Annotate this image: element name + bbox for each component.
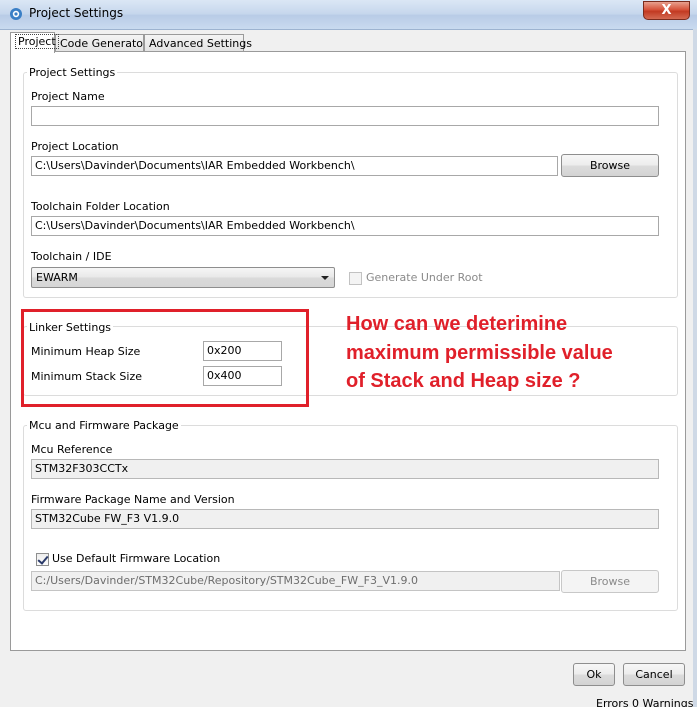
mcu-reference-label: Mcu Reference: [31, 443, 113, 456]
project-location-label: Project Location: [31, 140, 119, 153]
generate-under-root-checkbox[interactable]: [349, 272, 362, 285]
status-bar-text: Errors 0 Warnings 0: [596, 697, 697, 707]
tab-project[interactable]: Project: [10, 32, 59, 53]
toolchain-folder-input[interactable]: C:\Users\Davinder\Documents\IAR Embedded…: [31, 216, 659, 236]
annotation-line: of Stack and Heap size ?: [346, 370, 581, 392]
project-name-input[interactable]: [31, 106, 659, 126]
toolchain-ide-value: EWARM: [36, 271, 78, 284]
project-settings-group-title: Project Settings: [27, 66, 118, 79]
toolchain-ide-select[interactable]: EWARM: [31, 267, 335, 288]
tab-project-label: Project: [15, 34, 59, 49]
ok-button[interactable]: Ok: [573, 663, 615, 686]
toolchain-ide-label: Toolchain / IDE: [31, 250, 112, 263]
project-name-label: Project Name: [31, 90, 105, 103]
generate-under-root-label: Generate Under Root: [366, 271, 483, 284]
app-gear-icon: [10, 8, 22, 20]
mcu-firmware-group-title: Mcu and Firmware Package: [27, 419, 181, 432]
project-location-browse-button[interactable]: Browse: [561, 154, 659, 177]
tab-code-generator[interactable]: Code Generator: [55, 34, 148, 52]
firmware-location-browse-button[interactable]: Browse: [561, 570, 659, 593]
firmware-location-input[interactable]: C:/Users/Davinder/STM32Cube/Repository/S…: [31, 571, 560, 591]
title-bar[interactable]: Project Settings X: [0, 0, 697, 30]
window-frame-edge: [693, 29, 697, 707]
window-title: Project Settings: [29, 6, 124, 20]
tab-advanced-settings-label: Advanced Settings: [149, 37, 252, 50]
toolchain-folder-label: Toolchain Folder Location: [31, 200, 170, 213]
chevron-down-icon: [321, 276, 329, 280]
project-location-input[interactable]: C:\Users\Davinder\Documents\IAR Embedded…: [31, 156, 558, 176]
mcu-reference-field: STM32F303CCTx: [31, 459, 659, 479]
cancel-button[interactable]: Cancel: [623, 663, 685, 686]
use-default-firmware-location-checkbox[interactable]: [36, 553, 49, 566]
tab-advanced-settings[interactable]: Advanced Settings: [144, 34, 252, 52]
annotation-line: How can we deterimine: [346, 313, 568, 335]
tab-code-generator-label: Code Generator: [60, 37, 148, 50]
firmware-package-field: STM32Cube FW_F3 V1.9.0: [31, 509, 659, 529]
close-button[interactable]: X: [643, 1, 690, 20]
annotation-text: How can we deterimine maximum permissibl…: [346, 310, 686, 396]
firmware-package-label: Firmware Package Name and Version: [31, 493, 235, 506]
project-settings-window: Project Settings X Project Code Generato…: [0, 0, 697, 707]
annotation-highlight-box: [21, 309, 309, 407]
use-default-firmware-location-label: Use Default Firmware Location: [52, 552, 221, 565]
annotation-line: maximum permissible value: [346, 341, 613, 364]
